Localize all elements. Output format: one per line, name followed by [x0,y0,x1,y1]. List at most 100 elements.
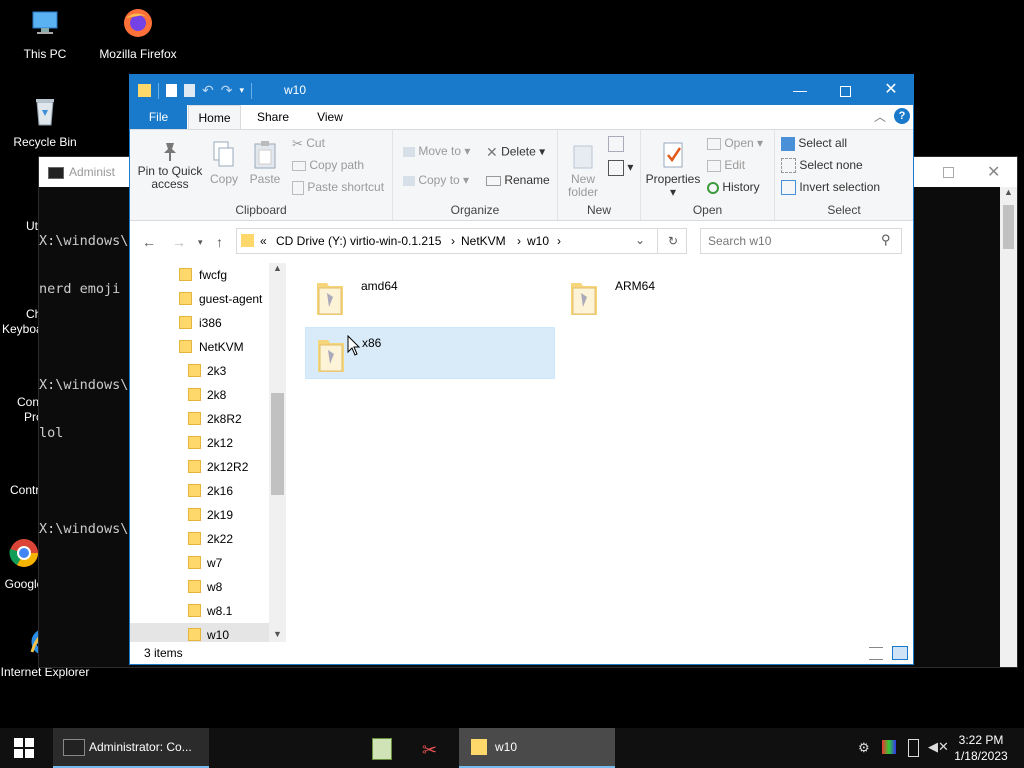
properties-qat-icon[interactable] [166,84,177,97]
folder-item-selected[interactable]: x86 [305,327,555,379]
scroll-down-icon[interactable]: ▼ [269,629,286,643]
breadcrumb-drive[interactable]: CD Drive (Y:) virtio-win-0.1.215 [276,234,441,248]
help-icon[interactable]: ? [894,108,910,124]
tree-item[interactable]: w8.1 [130,599,269,623]
breadcrumb-chevron-icon[interactable]: › [451,234,455,248]
copy-path-button[interactable]: Copy path [292,158,364,172]
explorer-titlebar[interactable]: ↶ ↷ ▾ w10 — ✕ [130,75,913,105]
scroll-up-icon[interactable]: ▲ [1000,187,1017,201]
taskbar-console-button[interactable]: Administrator: Co... [53,728,209,768]
tree-item[interactable]: NetKVM [130,335,269,359]
tree-item[interactable]: 2k16 [130,479,269,503]
edit-button[interactable]: Edit [707,158,745,172]
address-overflow[interactable]: « [260,234,267,248]
network-icon[interactable]: ⚙ [858,740,870,756]
tree-item[interactable]: w7 [130,551,269,575]
breadcrumb-netkvm[interactable]: NetKVM [461,234,506,248]
open-button[interactable]: Open ▾ [707,136,763,150]
desktop-icon-this-pc[interactable]: This PC [0,6,93,61]
tab-home[interactable]: Home [188,105,241,129]
details-view-icon[interactable] [869,647,883,660]
search-box[interactable]: Search w10 ⚲ [700,228,902,254]
new-item-button[interactable] [608,136,624,152]
pin-label-2: access [151,177,189,191]
tree-item[interactable]: 2k8R2 [130,407,269,431]
tree-item[interactable]: 2k19 [130,503,269,527]
color-app-icon[interactable] [882,740,896,754]
tree-item[interactable]: w8 [130,575,269,599]
desktop-icon-recycle-bin[interactable]: Recycle Bin [0,94,93,149]
select-none-button[interactable]: Select none [781,158,863,174]
forward-button[interactable]: → [172,234,186,250]
invert-selection-button[interactable]: Invert selection [781,180,880,196]
tree-item[interactable]: 2k12 [130,431,269,455]
easy-access-button[interactable]: ▾ [608,160,633,176]
redo-icon[interactable]: ↷ [221,82,233,99]
tree-item[interactable]: 2k3 [130,359,269,383]
cut-button[interactable]: ✂ Cut [292,136,325,152]
taskbar-explorer-button[interactable]: w10 [459,728,615,768]
tab-file[interactable]: File [130,105,187,129]
copy-button[interactable]: Copy [207,140,241,186]
select-all-button[interactable]: Select all [781,136,847,151]
taskbar-snipping-button[interactable]: ✂ [412,728,452,768]
minimize-button[interactable]: — [777,75,823,105]
console-scroll-thumb[interactable] [1003,205,1014,249]
move-to-button[interactable]: Move to ▾ [403,144,470,158]
new-folder-button[interactable]: New folder [564,140,602,199]
breadcrumb-chevron-icon[interactable]: › [557,234,561,248]
back-button[interactable]: ← [142,234,156,250]
tab-view[interactable]: View [302,105,358,129]
large-icons-view-icon[interactable] [892,646,908,660]
copy-to-button[interactable]: Copy to ▾ [403,173,469,187]
paste-button[interactable]: Paste [247,140,283,186]
address-bar[interactable]: « CD Drive (Y:) virtio-win-0.1.215 › Net… [236,228,687,254]
desktop-icon-firefox[interactable]: Mozilla Firefox [90,6,186,61]
maximize-button[interactable] [822,75,868,105]
address-dropdown-icon[interactable]: ⌄ [635,233,645,247]
collapse-ribbon-icon[interactable]: ︿ [874,108,886,125]
tree-item-selected[interactable]: w10 [130,623,269,643]
search-input[interactable]: Search w10 [708,234,771,248]
close-button[interactable]: ✕ [868,75,914,105]
tree-item[interactable]: 2k12R2 [130,455,269,479]
scroll-up-icon[interactable]: ▲ [269,263,286,277]
folder-item[interactable]: amd64 [305,271,555,323]
tree-item[interactable]: 2k22 [130,527,269,551]
pin-to-quick-access-button[interactable]: Pin to Quick access [136,140,204,191]
paste-shortcut-button[interactable]: Paste shortcut [292,180,384,195]
new-folder-qat-icon[interactable] [184,84,195,97]
search-icon[interactable]: ⚲ [881,232,891,248]
copy-icon [213,141,234,167]
rename-button[interactable]: Rename [486,173,550,187]
clock[interactable]: 3:22 PM 1/18/2023 [953,732,1009,764]
folder-item[interactable]: ARM64 [559,271,809,323]
taskbar-notepad-button[interactable] [362,728,402,768]
tab-share[interactable]: Share [245,105,301,129]
tree-item[interactable]: guest-agent [130,287,269,311]
undo-icon[interactable]: ↶ [202,82,214,99]
recent-locations-button[interactable]: ▾ [198,237,203,248]
tree-item[interactable]: 2k8 [130,383,269,407]
history-button[interactable]: History [707,180,760,194]
properties-button[interactable]: Properties ▾ [644,140,702,199]
refresh-button[interactable]: ↻ [657,229,688,253]
console-scrollbar[interactable]: ▲ [1000,187,1017,667]
customize-qat-icon[interactable]: ▾ [239,85,244,96]
group-label: Open [692,203,723,217]
breadcrumb-chevron-icon[interactable]: › [517,234,521,248]
start-button[interactable] [0,728,48,768]
up-button[interactable]: ↑ [216,234,223,250]
volume-muted-icon[interactable]: ◀✕ [928,739,949,755]
tree-item[interactable]: fwcfg [130,263,269,287]
nav-scroll-thumb[interactable] [271,393,284,495]
delete-button[interactable]: ✕ Delete ▾ [486,144,545,161]
tree-item[interactable]: i386 [130,311,269,335]
explorer-window[interactable]: ↶ ↷ ▾ w10 — ✕ File Home Share View ︿ ? P… [129,74,914,665]
desktop-icon-label: Mozilla Firefox [99,47,177,61]
usb-drive-icon[interactable] [908,739,919,757]
nav-scrollbar[interactable]: ▲ ▼ [269,263,286,643]
close-icon[interactable]: ✕ [987,162,1000,182]
maximize-icon[interactable] [943,167,954,178]
breadcrumb-w10[interactable]: w10 [527,234,549,248]
